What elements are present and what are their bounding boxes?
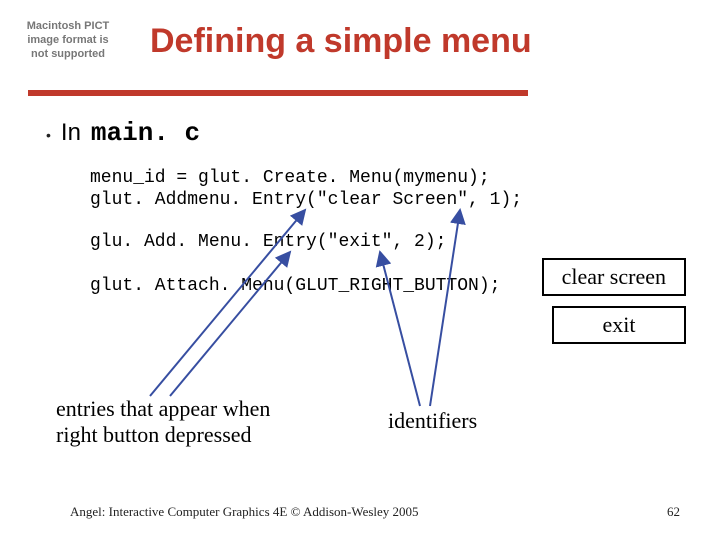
menu-item-clear: clear screen xyxy=(542,258,686,296)
menu-item-exit: exit xyxy=(552,306,686,344)
code-line-4: glut. Attach. Menu(GLUT_RIGHT_BUTTON); xyxy=(90,276,500,296)
code-line-2: glut. Addmenu. Entry("clear Screen", 1); xyxy=(90,190,522,210)
code-line-1: menu_id = glut. Create. Menu(mymenu); xyxy=(90,168,490,188)
bullet-in-word: In xyxy=(61,119,81,147)
code-line-3: glu. Add. Menu. Entry("exit", 2); xyxy=(90,232,446,252)
slide-title: Defining a simple menu xyxy=(150,22,532,61)
page-number: 62 xyxy=(667,504,680,520)
caption-identifiers: identifiers xyxy=(388,408,477,434)
bullet-dot: • xyxy=(46,127,51,143)
footer-text: Angel: Interactive Computer Graphics 4E … xyxy=(70,504,419,520)
title-underline xyxy=(28,90,528,96)
caption-entries: entries that appear when right button de… xyxy=(56,396,286,449)
bullet-filename: main. c xyxy=(91,118,200,148)
bullet-line: • In main. c xyxy=(46,118,200,148)
pict-placeholder: Macintosh PICT image format is not suppo… xyxy=(24,20,112,61)
